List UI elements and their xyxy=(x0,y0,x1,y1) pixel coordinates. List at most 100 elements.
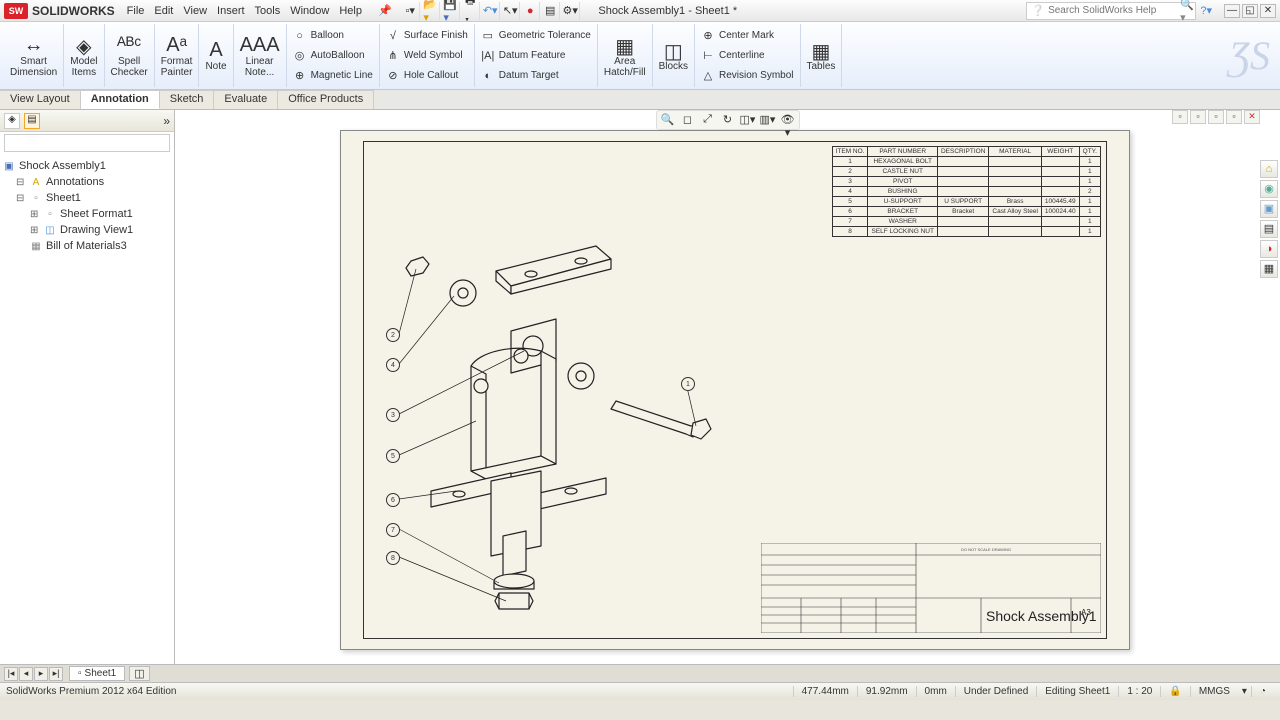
rotate-icon[interactable]: ↻ xyxy=(719,113,737,129)
zoom-fit-icon[interactable]: 🔍 xyxy=(659,113,677,129)
drawing-view[interactable] xyxy=(381,191,741,621)
filter-input[interactable] xyxy=(4,134,170,152)
nav-first-icon[interactable]: |◂ xyxy=(4,667,18,681)
collapse-arrow-icon[interactable]: » xyxy=(163,114,170,128)
tree-item[interactable]: ⊟▫Sheet1 xyxy=(2,190,172,206)
ribbon-center-mark[interactable]: ⊕Center Mark xyxy=(701,27,793,45)
ribbon-blocks[interactable]: ◫Blocks xyxy=(653,24,695,87)
save-icon[interactable]: 💾▾ xyxy=(442,2,460,20)
ribbon-datum-target[interactable]: ◐Datum Target xyxy=(481,67,591,85)
menu-view[interactable]: View xyxy=(183,5,207,17)
tree-item[interactable]: ⊞◫Drawing View1 xyxy=(2,222,172,238)
ribbon-datum-feature[interactable]: |A|Datum Feature xyxy=(481,47,591,65)
tree-item[interactable]: ▦Bill of Materials3 xyxy=(2,238,172,254)
ribbon-magnetic-line[interactable]: ⊕Magnetic Line xyxy=(293,67,373,85)
library-icon[interactable]: ▣ xyxy=(1260,200,1278,218)
zoom-area-icon[interactable]: ◻ xyxy=(679,113,697,129)
nav-prev-icon[interactable]: ◂ xyxy=(19,667,33,681)
resources-icon[interactable]: ◉ xyxy=(1260,180,1278,198)
add-sheet-button[interactable]: ◫ xyxy=(129,666,149,681)
panel-icon[interactable]: ▫ xyxy=(1226,110,1242,124)
menu-help[interactable]: Help xyxy=(339,5,362,17)
hide-show-icon[interactable]: 👁▾ xyxy=(779,113,797,129)
status-flag-icon[interactable]: ◔ xyxy=(1251,686,1274,697)
options-icon[interactable]: ▤ xyxy=(542,2,560,20)
status-lock-icon[interactable]: 🔒 xyxy=(1160,686,1189,697)
panel-close-icon[interactable]: ✕ xyxy=(1244,110,1260,124)
title-block[interactable]: Shock Assembly1 A3 DO NOT SCALE DRAWING xyxy=(761,543,1101,633)
balloon-2[interactable]: 2 xyxy=(386,328,400,342)
explorer-icon[interactable]: ▤ xyxy=(1260,220,1278,238)
ribbon-revision-symbol[interactable]: △Revision Symbol xyxy=(701,67,793,85)
close-button[interactable]: ✕ xyxy=(1260,4,1276,18)
panel-icon[interactable]: ▫ xyxy=(1172,110,1188,124)
ribbon-centerline[interactable]: ⊢Centerline xyxy=(701,47,793,65)
sheet-tab[interactable]: ▫ Sheet1 xyxy=(69,666,125,681)
help-search[interactable]: ❔ 🔍▾ xyxy=(1026,2,1196,20)
ribbon-balloon[interactable]: ○Balloon xyxy=(293,27,373,45)
tab-view-layout[interactable]: View Layout xyxy=(0,90,81,109)
rebuild-icon[interactable]: ● xyxy=(522,2,540,20)
ribbon-linear-note-[interactable]: AAALinearNote... xyxy=(234,24,287,87)
status-dropdown-icon[interactable]: ▾ xyxy=(1238,686,1251,697)
zoom-inout-icon[interactable]: ⤢ xyxy=(699,113,717,129)
ribbon-autoballoon[interactable]: ◎AutoBalloon xyxy=(293,47,373,65)
new-icon[interactable]: ▫▾ xyxy=(402,2,420,20)
tree-item[interactable]: ⊞▫Sheet Format1 xyxy=(2,206,172,222)
ribbon-hole-callout[interactable]: ⊘Hole Callout xyxy=(386,67,468,85)
ribbon-area-hatch-fill[interactable]: ▦AreaHatch/Fill xyxy=(598,24,653,87)
select-icon[interactable]: ↖▾ xyxy=(502,2,520,20)
property-tab-icon[interactable]: ▤ xyxy=(24,113,40,129)
menu-insert[interactable]: Insert xyxy=(217,5,245,17)
graphics-area[interactable]: 🔍 ◻ ⤢ ↻ ◫▾ ▥▾ 👁▾ ▫ ▫ ▫ ▫ ✕ ITEM NO.PART … xyxy=(175,110,1280,664)
menu-window[interactable]: Window xyxy=(290,5,329,17)
tab-evaluate[interactable]: Evaluate xyxy=(214,90,278,109)
status-units[interactable]: MMGS xyxy=(1190,686,1238,697)
ribbon-weld-symbol[interactable]: ⋔Weld Symbol xyxy=(386,47,468,65)
drawing-sheet[interactable]: ITEM NO.PART NUMBERDESCRIPTIONMATERIALWE… xyxy=(340,130,1130,650)
tab-sketch[interactable]: Sketch xyxy=(160,90,215,109)
bom-table[interactable]: ITEM NO.PART NUMBERDESCRIPTIONMATERIALWE… xyxy=(832,146,1101,237)
open-icon[interactable]: 📂▾ xyxy=(422,2,440,20)
panel-icon[interactable]: ▫ xyxy=(1190,110,1206,124)
help-menu-icon[interactable]: ?▾ xyxy=(1200,4,1212,17)
appearances-icon[interactable]: ▦ xyxy=(1260,260,1278,278)
panel-icon[interactable]: ▫ xyxy=(1208,110,1224,124)
section-icon[interactable]: ▥▾ xyxy=(759,113,777,129)
settings-icon[interactable]: ⚙▾ xyxy=(562,2,580,20)
display-style-icon[interactable]: ◫▾ xyxy=(739,113,757,129)
ribbon-spell-checker[interactable]: ᴬᴮᶜSpellChecker xyxy=(105,24,155,87)
balloon-1[interactable]: 1 xyxy=(681,377,695,391)
ribbon-surface-finish[interactable]: √Surface Finish xyxy=(386,27,468,45)
balloon-8[interactable]: 8 xyxy=(386,551,400,565)
feature-tree-tab-icon[interactable]: ◈ xyxy=(4,113,20,129)
ribbon-tables[interactable]: ▦Tables xyxy=(801,24,843,87)
ribbon-model-items[interactable]: ◈ModelItems xyxy=(64,24,104,87)
menu-tools[interactable]: Tools xyxy=(255,5,281,17)
restore-button[interactable]: ◱ xyxy=(1242,4,1258,18)
print-icon[interactable]: 🖶▾ xyxy=(462,2,480,20)
nav-last-icon[interactable]: ▸| xyxy=(49,667,63,681)
menu-file[interactable]: File xyxy=(127,5,145,17)
ribbon-geometric-tolerance[interactable]: ▭Geometric Tolerance xyxy=(481,27,591,45)
ribbon-smart-dimension[interactable]: ↔SmartDimension xyxy=(4,24,64,87)
menu-edit[interactable]: Edit xyxy=(154,5,173,17)
balloon-6[interactable]: 6 xyxy=(386,493,400,507)
search-input[interactable] xyxy=(1048,5,1180,16)
minimize-button[interactable]: ― xyxy=(1224,4,1240,18)
nav-next-icon[interactable]: ▸ xyxy=(34,667,48,681)
tree-item[interactable]: ⊟AAnnotations xyxy=(2,174,172,190)
ribbon-note[interactable]: ANote xyxy=(199,24,233,87)
undo-icon[interactable]: ↶▾ xyxy=(482,2,500,20)
balloon-4[interactable]: 4 xyxy=(386,358,400,372)
ribbon-format-painter[interactable]: AᵃFormatPainter xyxy=(155,24,200,87)
search-icon[interactable]: 🔍▾ xyxy=(1180,0,1194,24)
tab-office-products[interactable]: Office Products xyxy=(278,90,374,109)
palette-icon[interactable]: ◑ xyxy=(1260,240,1278,258)
tab-annotation[interactable]: Annotation xyxy=(81,90,160,109)
balloon-3[interactable]: 3 xyxy=(386,408,400,422)
balloon-7[interactable]: 7 xyxy=(386,523,400,537)
pin-icon[interactable]: 📌 xyxy=(378,4,392,17)
balloon-5[interactable]: 5 xyxy=(386,449,400,463)
home-icon[interactable]: ⌂ xyxy=(1260,160,1278,178)
